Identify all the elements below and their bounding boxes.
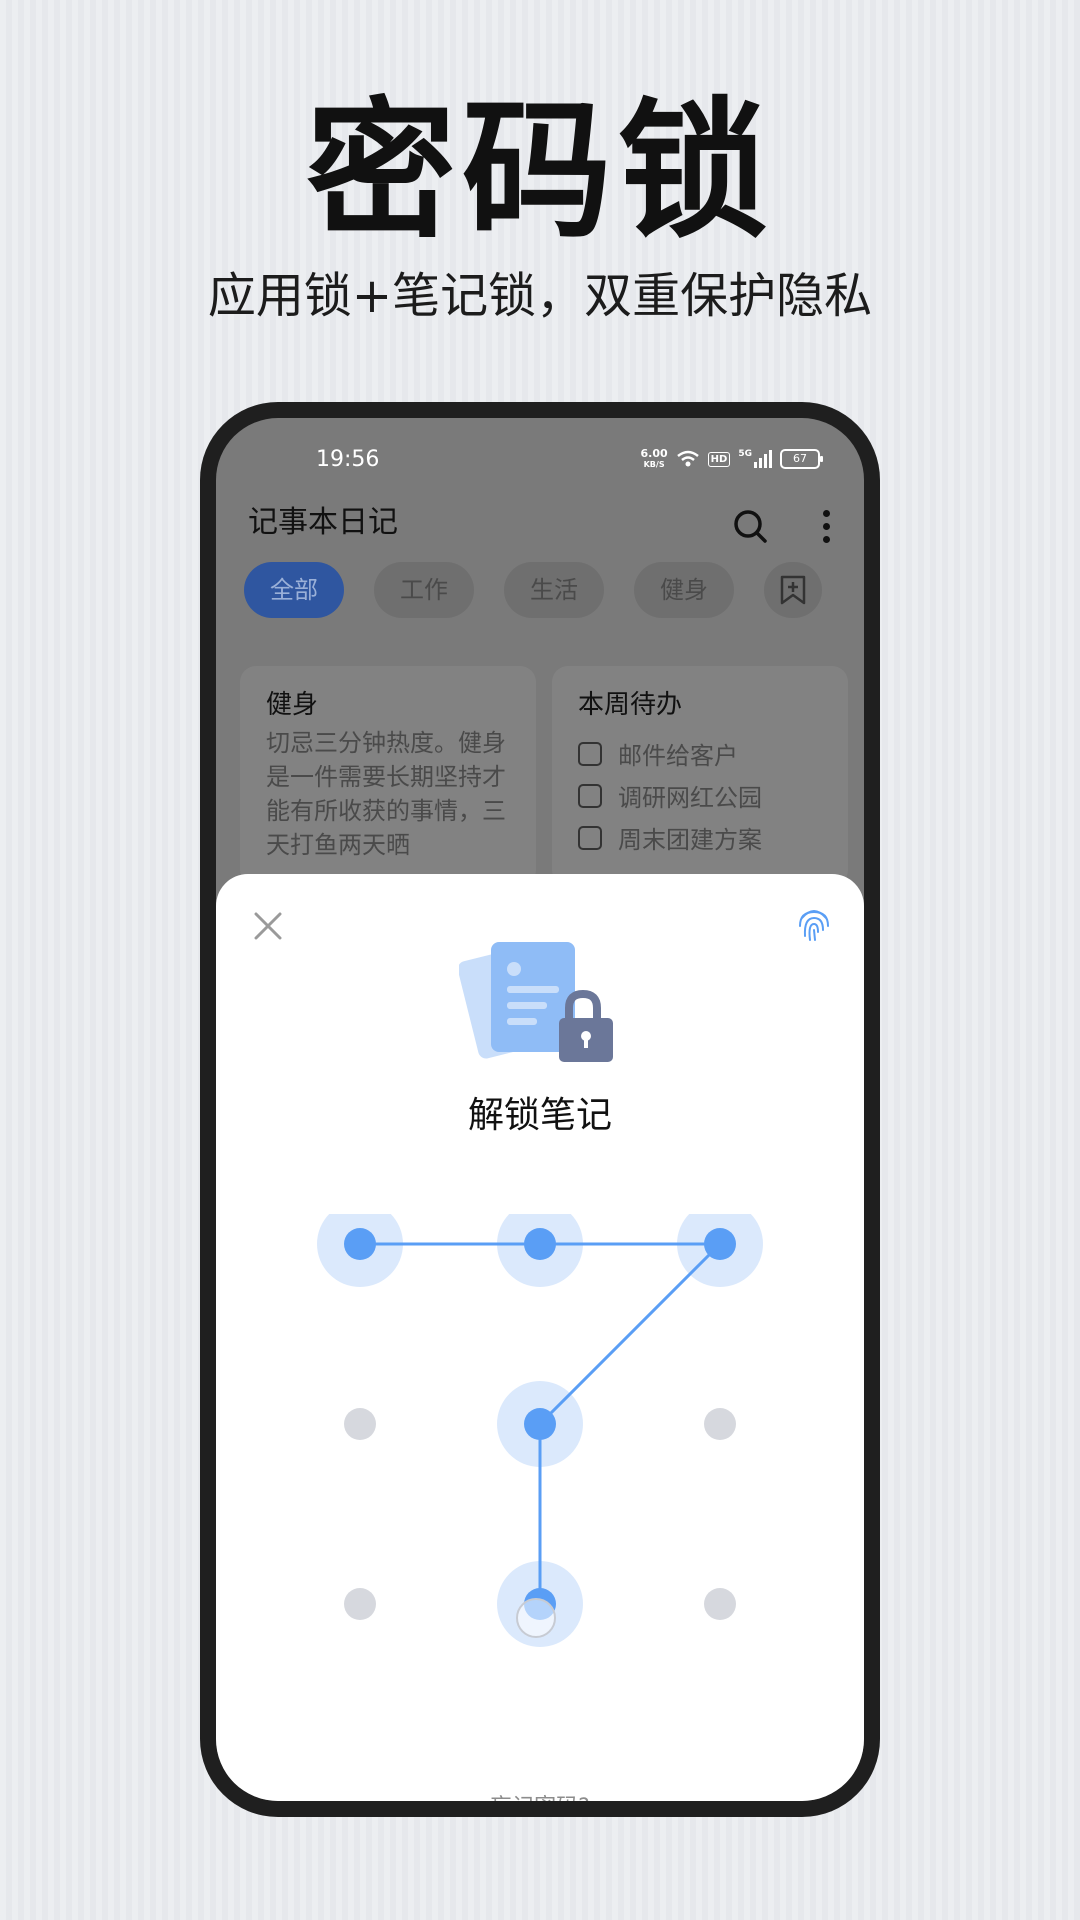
todo-label: 调研网红公园: [618, 784, 762, 812]
pattern-dot-4[interactable]: [344, 1408, 376, 1440]
phone-screen: 19:56 6.00 KB/S HD 5G 67 记事本日记 全部 工作 生活 …: [216, 418, 864, 1801]
forgot-password-link[interactable]: 忘记密码?: [216, 1789, 864, 1801]
wifi-icon: [676, 450, 699, 467]
hd-icon: HD: [707, 451, 731, 467]
subline: 应用锁+笔记锁，双重保护隐私: [207, 268, 873, 324]
todo-item: 周末团建方案: [578, 820, 762, 855]
pattern-dot-3[interactable]: [704, 1228, 736, 1260]
pattern-dot-5[interactable]: [524, 1408, 556, 1440]
unlock-sheet: 解锁笔记 忘记密码?: [216, 874, 864, 1801]
touch-indicator: [516, 1598, 556, 1638]
add-category-button[interactable]: [764, 562, 822, 618]
todo-label: 邮件给客户: [618, 742, 738, 770]
pattern-lock-grid[interactable]: [216, 1214, 864, 1714]
app-title: 记事本日记: [248, 505, 398, 540]
tab-all[interactable]: 全部: [244, 562, 344, 618]
status-time: 19:56: [316, 447, 380, 472]
close-icon[interactable]: [250, 908, 286, 944]
checkbox[interactable]: [578, 741, 602, 766]
pattern-dot-6[interactable]: [704, 1408, 736, 1440]
note-card-todo[interactable]: 本周待办 邮件给客户 调研网红公园 周末团建方案: [552, 666, 848, 886]
locked-note-illustration: [459, 942, 613, 1062]
app-bar: 记事本日记: [216, 488, 864, 558]
tab-life[interactable]: 生活: [504, 562, 604, 618]
tab-work[interactable]: 工作: [374, 562, 474, 618]
pattern-dot-2[interactable]: [524, 1228, 556, 1260]
note-body: 切忌三分钟热度。健身是一件需要长期坚持才能有所收获的事情，三天打鱼两天晒: [266, 729, 506, 859]
note-card-fitness[interactable]: 健身 切忌三分钟热度。健身是一件需要长期坚持才能有所收获的事情，三天打鱼两天晒: [240, 666, 536, 886]
tab-fitness[interactable]: 健身: [634, 562, 734, 618]
status-icons: 6.00 KB/S HD 5G 67: [641, 448, 823, 470]
cell-signal-icon: 5G: [738, 450, 772, 468]
checkbox[interactable]: [578, 825, 602, 850]
status-bar: 19:56 6.00 KB/S HD 5G 67: [216, 440, 864, 480]
todo-item: 调研网红公园: [578, 778, 762, 813]
phone-frame: 19:56 6.00 KB/S HD 5G 67 记事本日记 全部 工作 生活 …: [200, 402, 880, 1817]
bookmark-add-icon: [780, 575, 806, 605]
battery-icon: 67: [780, 449, 823, 469]
pattern-dot-7[interactable]: [344, 1588, 376, 1620]
todo-item: 邮件给客户: [578, 736, 738, 771]
search-icon[interactable]: [730, 506, 770, 546]
todo-label: 周末团建方案: [618, 826, 762, 854]
note-title: 健身: [266, 690, 319, 720]
unlock-title: 解锁笔记: [467, 1095, 612, 1136]
headline: 密码锁: [305, 85, 774, 259]
note-title: 本周待办: [578, 690, 683, 720]
pattern-dot-9[interactable]: [704, 1588, 736, 1620]
more-options-icon[interactable]: [818, 506, 834, 546]
pattern-dot-1[interactable]: [344, 1228, 376, 1260]
fingerprint-icon[interactable]: [796, 904, 832, 944]
network-type: 5G: [738, 449, 752, 459]
checkbox[interactable]: [578, 783, 602, 808]
network-speed: 6.00 KB/S: [641, 448, 668, 470]
network-speed-unit: KB/S: [643, 460, 665, 469]
